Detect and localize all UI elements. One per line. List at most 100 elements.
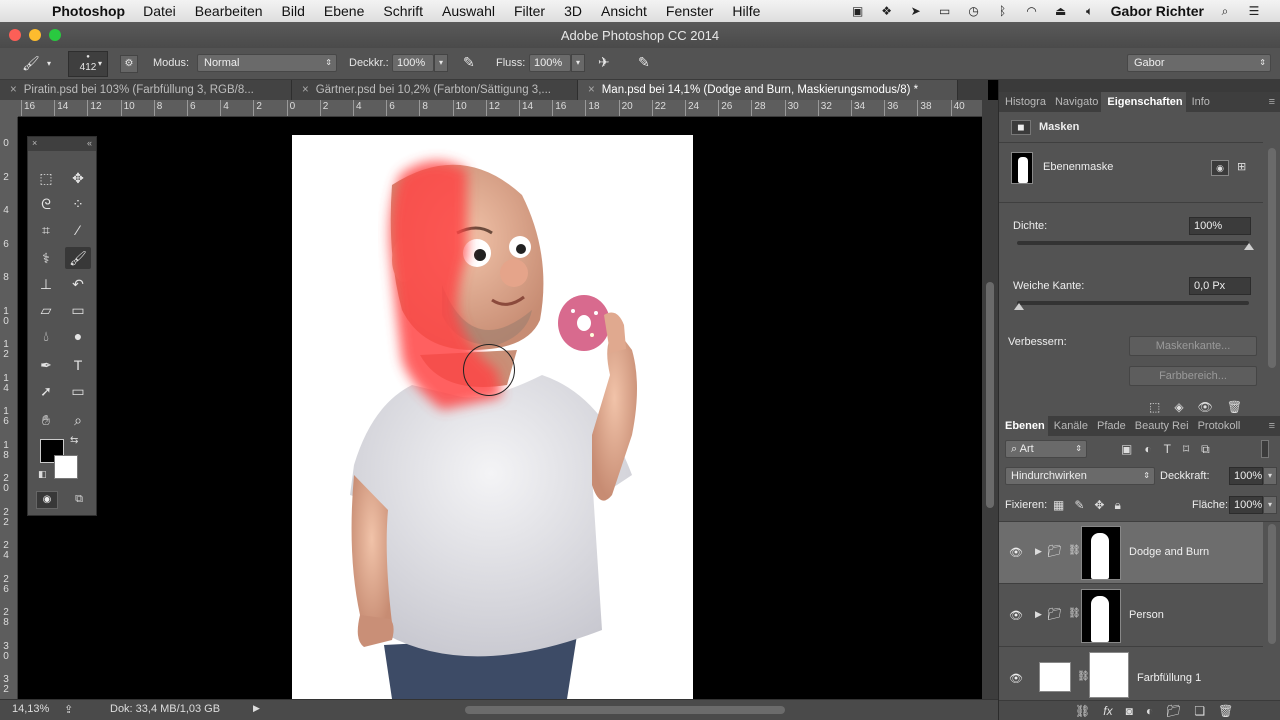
tab-man[interactable]: × Man.psd bei 14,1% (Dodge and Burn, Mask…	[578, 80, 958, 100]
close-icon[interactable]: ×	[32, 138, 37, 148]
airbrush-icon[interactable]: ✈	[598, 54, 610, 71]
density-slider[interactable]	[1017, 241, 1249, 245]
menu-ebene[interactable]: Ebene	[324, 3, 364, 19]
pressure-opacity-icon[interactable]: ✎	[463, 54, 475, 71]
density-slider-knob[interactable]	[1244, 243, 1254, 250]
notification-list-icon[interactable]: ☰	[1246, 4, 1262, 18]
add-vector-mask-icon[interactable]: ⊞	[1237, 160, 1246, 173]
window-zoom-button[interactable]	[49, 29, 61, 41]
tab-info[interactable]: Info	[1186, 92, 1213, 112]
workspace-select[interactable]: Gabor ⇕	[1127, 54, 1271, 72]
menu-filter[interactable]: Filter	[514, 3, 545, 19]
lock-transparent-icon[interactable]: ▦	[1053, 498, 1064, 513]
tab-properties[interactable]: Eigenschaften	[1101, 92, 1186, 112]
new-group-icon[interactable]: 📁︎	[1166, 704, 1181, 718]
close-icon[interactable]: ×	[10, 84, 17, 96]
layer-mask-thumbnail[interactable]	[1011, 152, 1033, 184]
lasso-tool-icon[interactable]: ᘓ	[33, 193, 59, 215]
layer-mask-thumbnail[interactable]	[1081, 526, 1121, 580]
layer-name[interactable]: Person	[1129, 609, 1164, 621]
visibility-eye-icon[interactable]: 👁︎	[1009, 672, 1023, 685]
layer-name[interactable]: Dodge and Burn	[1129, 546, 1209, 558]
forward-icon[interactable]: ➤	[908, 4, 924, 18]
layer-opacity-dropdown-icon[interactable]: ▾	[1263, 467, 1277, 485]
layers-scrollbar[interactable]	[1268, 524, 1276, 644]
visibility-eye-icon[interactable]: 👁︎	[1198, 400, 1213, 414]
layer-row-dodge-and-burn[interactable]: 👁︎ ▶ 📁︎ ⛓︎ Dodge and Burn	[999, 522, 1263, 584]
fill-layer-thumbnail[interactable]	[1039, 662, 1071, 692]
tab-channels[interactable]: Kanäle	[1048, 416, 1091, 436]
link-icon[interactable]: ⛓︎	[1068, 545, 1081, 556]
new-layer-icon[interactable]: ❏	[1194, 704, 1205, 718]
color-range-button[interactable]: Farbbereich...	[1129, 366, 1257, 386]
mask-edge-button[interactable]: Maskenkante...	[1129, 336, 1257, 356]
healing-brush-tool-icon[interactable]: ⚕	[33, 247, 59, 269]
fill-input[interactable]: 100%	[1229, 496, 1263, 514]
time-machine-icon[interactable]: ◷	[966, 4, 982, 18]
panel-menu-icon[interactable]: ≡	[1269, 416, 1280, 436]
vertical-ruler[interactable]: 0 2 4 6 8 1 0 1 2 1 4 1 6 1 8 2 0 2 2 2 4 2 6 2 8 3 0 3 …	[0, 117, 18, 699]
menu-bild[interactable]: Bild	[282, 3, 305, 19]
type-tool-icon[interactable]: T	[65, 354, 91, 376]
layer-mask-thumbnail[interactable]	[1089, 652, 1129, 698]
layer-filter-select[interactable]: ⌕ Art ⇕	[1005, 440, 1087, 458]
eject-icon[interactable]: ⏏	[1053, 4, 1069, 18]
brush-tool-icon[interactable]: 🖌︎	[65, 247, 91, 269]
menu-bearbeiten[interactable]: Bearbeiten	[195, 3, 263, 19]
path-selection-tool-icon[interactable]: ➚	[33, 380, 59, 402]
tab-beauty-retouch[interactable]: Beauty Rei	[1129, 416, 1192, 436]
default-colors-icon[interactable]: ◧	[38, 469, 47, 480]
quick-select-tool-icon[interactable]: ⁘	[65, 193, 91, 215]
filter-type-icon[interactable]: T	[1164, 442, 1171, 457]
filter-smart-object-icon[interactable]: ⧉	[1201, 442, 1210, 457]
tab-history[interactable]: Protokoll	[1192, 416, 1244, 436]
select-pixel-mask-icon[interactable]: ◉	[1211, 160, 1229, 176]
lock-all-icon[interactable]: 🔒︎	[1114, 498, 1120, 513]
window-minimize-button[interactable]	[29, 29, 41, 41]
gradient-tool-icon[interactable]: ▭	[65, 299, 91, 321]
export-icon[interactable]: ⇪	[64, 703, 73, 716]
brush-tool-preset-icon[interactable]: 🖌︎	[22, 55, 40, 72]
menubar-user[interactable]: Gabor Richter	[1111, 3, 1204, 19]
new-adjustment-layer-icon[interactable]: ◐	[1146, 704, 1153, 718]
link-icon[interactable]: ⛓︎	[1077, 671, 1090, 682]
properties-scrollbar[interactable]	[1268, 148, 1276, 368]
pressure-size-icon[interactable]: ✎	[638, 54, 650, 71]
move-tool-icon[interactable]: ✥	[65, 167, 91, 189]
brush-panel-toggle-icon[interactable]: ⚙	[120, 55, 138, 73]
eyedropper-tool-icon[interactable]: ⁄	[65, 219, 91, 241]
menu-ansicht[interactable]: Ansicht	[601, 3, 647, 19]
filter-toggle-switch[interactable]	[1261, 440, 1269, 458]
tab-piratin[interactable]: × Piratin.psd bei 103% (Farbfüllung 3, RG…	[0, 80, 292, 100]
dodge-tool-icon[interactable]: ●	[65, 325, 91, 347]
flow-dropdown-icon[interactable]: ▾	[571, 54, 585, 72]
panel-menu-icon[interactable]: ≡	[1269, 92, 1280, 112]
menu-auswahl[interactable]: Auswahl	[442, 3, 495, 19]
layer-name[interactable]: Farbfüllung 1	[1137, 672, 1201, 684]
layer-row-person[interactable]: 👁︎ ▶ 📁︎ ⛓︎ Person	[999, 585, 1263, 647]
quick-mask-mode-icon[interactable]: ◉	[36, 491, 58, 509]
hand-tool-icon[interactable]: ✋︎	[33, 409, 59, 431]
menu-fenster[interactable]: Fenster	[666, 3, 713, 19]
layer-mask-thumbnail[interactable]	[1081, 589, 1121, 643]
rectangle-tool-icon[interactable]: ▭	[65, 380, 91, 402]
link-layers-icon[interactable]: ⛓︎	[1075, 704, 1090, 718]
tools-panel-header[interactable]: × «	[28, 137, 96, 151]
preset-dropdown-icon[interactable]: ▾	[47, 59, 51, 68]
ruler-corner[interactable]	[0, 100, 18, 117]
lock-pixels-icon[interactable]: ✎	[1074, 498, 1084, 513]
density-input[interactable]: 100%	[1189, 217, 1251, 235]
spotlight-search-icon[interactable]: ⌕	[1217, 4, 1233, 18]
display-icon[interactable]: ▣	[850, 4, 866, 18]
add-mask-icon[interactable]: ◙	[1126, 704, 1133, 718]
pen-tool-icon[interactable]: ✒	[33, 354, 59, 376]
status-menu-arrow-icon[interactable]: ▶	[253, 703, 260, 714]
opacity-dropdown-icon[interactable]: ▾	[434, 54, 448, 72]
menu-app-name[interactable]: Photoshop	[52, 3, 125, 19]
bluetooth-icon[interactable]: ᛒ	[995, 4, 1011, 18]
volume-icon[interactable]: 🔈︎	[1082, 4, 1098, 18]
tab-layers[interactable]: Ebenen	[999, 416, 1048, 436]
marquee-tool-icon[interactable]: ⬚	[33, 167, 59, 189]
lock-position-icon[interactable]: ✥	[1094, 498, 1104, 513]
filter-adjustment-icon[interactable]: ◐	[1144, 442, 1151, 457]
